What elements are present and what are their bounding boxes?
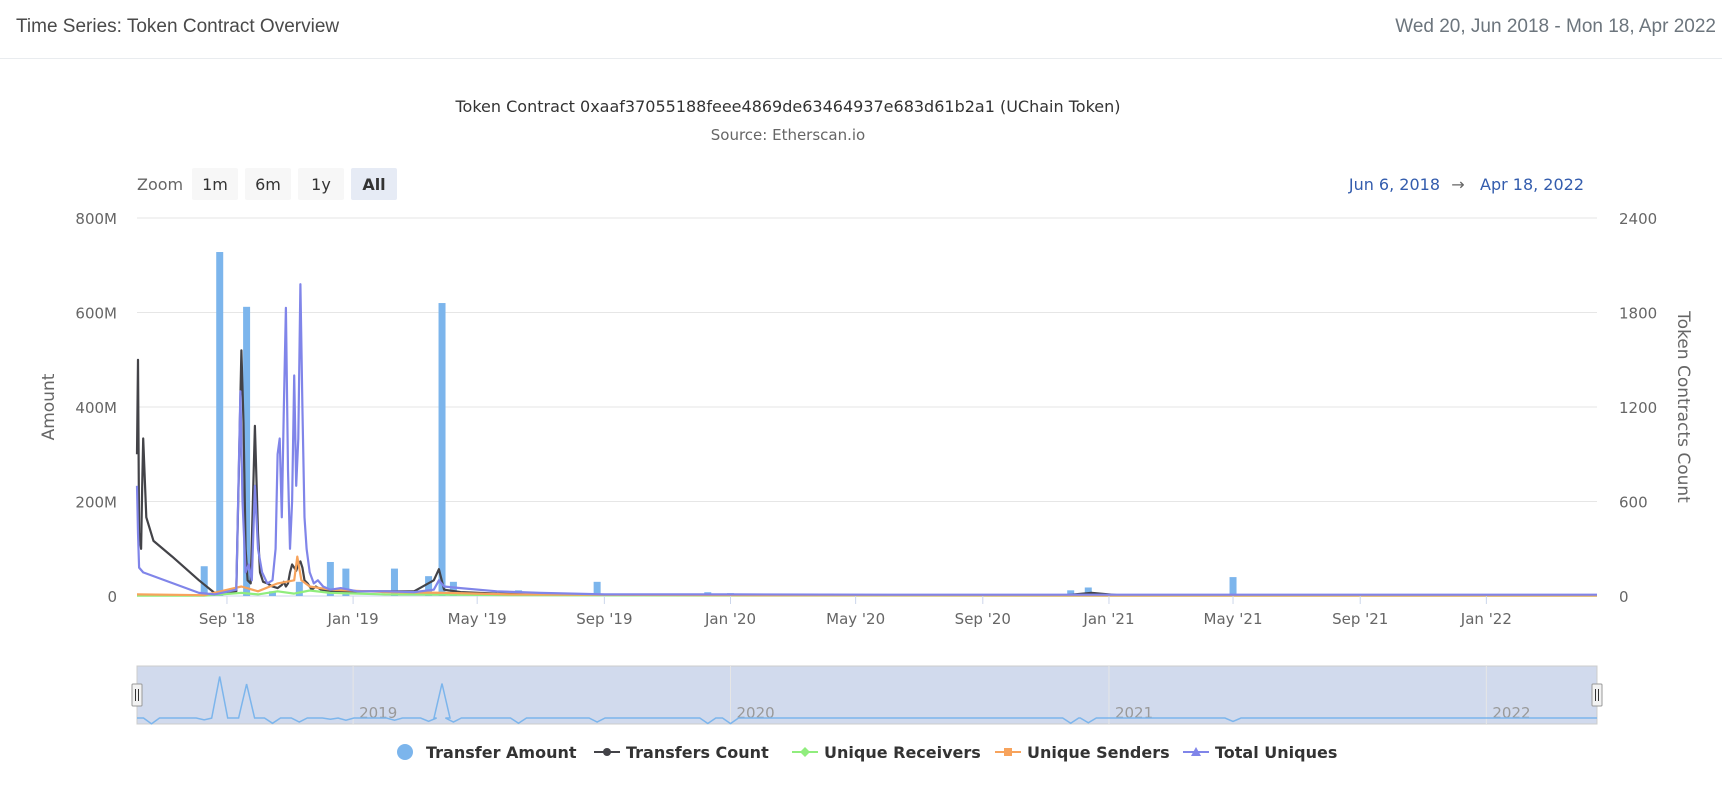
legend-label: Transfer Amount <box>426 743 577 762</box>
legend-item-unique-senders[interactable]: Unique Senders <box>995 743 1170 762</box>
chart-subtitle: Source: Etherscan.io <box>711 126 865 144</box>
legend-marker <box>603 748 611 756</box>
y-right-tick-label: 1200 <box>1619 399 1657 417</box>
legend-item-unique-receivers[interactable]: Unique Receivers <box>792 743 981 762</box>
zoom-button-label: 6m <box>255 175 281 194</box>
legend-label: Unique Senders <box>1027 743 1170 762</box>
navigator-handle-left[interactable] <box>131 683 143 707</box>
y-left-tick-label: 800M <box>75 210 117 228</box>
legend-symbol <box>397 744 413 760</box>
navigator-handle-box <box>1591 683 1603 707</box>
transfer-amount-bars <box>147 252 1237 596</box>
navigator-year-label: 2021 <box>1115 704 1153 722</box>
range-to-date[interactable]: Apr 18, 2022 <box>1480 175 1584 194</box>
transfer-amount-bar[interactable] <box>200 566 208 596</box>
legend-marker <box>800 747 810 757</box>
x-tick-label: Jan '21 <box>1082 610 1134 628</box>
legend-marker <box>1004 748 1012 756</box>
series-line-total-uniques[interactable] <box>135 283 1597 596</box>
x-tick-label: Sep '19 <box>576 610 632 628</box>
x-tick-label: May '20 <box>826 610 885 628</box>
y-axis-right-label: Token Contracts Count <box>1673 310 1693 503</box>
series-lines <box>135 283 1597 597</box>
zoom-button-label: All <box>362 175 385 194</box>
y-left-tick-label: 400M <box>75 399 117 417</box>
range-arrow: → <box>1451 175 1464 194</box>
y-axis-left: 0 200M 400M 600M 800M <box>75 210 117 606</box>
legend-label: Unique Receivers <box>824 743 981 762</box>
zoom-label: Zoom <box>137 175 183 194</box>
y-axis-right: 0 600 1200 1800 2400 <box>1619 210 1657 606</box>
x-tick-label: Jan '22 <box>1460 610 1512 628</box>
x-tick-label: Jan '19 <box>327 610 379 628</box>
zoom-button-1m[interactable]: 1m <box>192 168 238 200</box>
x-tick-label: Sep '20 <box>955 610 1011 628</box>
transfer-amount-bar[interactable] <box>216 252 224 596</box>
y-right-tick-label: 0 <box>1619 588 1629 606</box>
y-right-tick-label: 2400 <box>1619 210 1657 228</box>
zoom-buttons: 1m 6m 1y All <box>192 168 397 200</box>
y-axis-left-label: Amount <box>39 373 59 440</box>
y-left-tick-label: 600M <box>75 305 117 323</box>
legend-item-transfers-count[interactable]: Transfers Count <box>594 743 769 762</box>
transfer-amount-bar[interactable] <box>1229 577 1237 596</box>
navigator-handle-right[interactable] <box>1591 683 1603 707</box>
navigator-year-label: 2020 <box>737 704 775 722</box>
y-left-tick-label: 0 <box>107 588 117 606</box>
zoom-button-label: 1y <box>311 175 331 194</box>
transfer-amount-bar[interactable] <box>438 303 446 596</box>
zoom-button-all[interactable]: All <box>351 168 397 200</box>
x-tick-label: May '19 <box>448 610 507 628</box>
legend-item-total-uniques[interactable]: Total Uniques <box>1183 743 1337 762</box>
series-line-transfers-count[interactable] <box>135 349 1597 597</box>
navigator-handle-box <box>131 683 143 707</box>
navigator-year-label: 2022 <box>1492 704 1530 722</box>
zoom-button-1y[interactable]: 1y <box>298 168 344 200</box>
chart-title: Token Contract 0xaaf37055188feee4869de63… <box>455 97 1121 116</box>
x-tick-label: May '21 <box>1204 610 1263 628</box>
x-tick-label: Jan '20 <box>704 610 756 628</box>
chart-svg: Token Contract 0xaaf37055188feee4869de63… <box>39 97 1693 762</box>
y-right-tick-label: 1800 <box>1619 305 1657 323</box>
legend: Transfer Amount Transfers Count Unique Rec… <box>397 743 1337 762</box>
y-right-tick-label: 600 <box>1619 494 1648 512</box>
range-from-date[interactable]: Jun 6, 2018 <box>1348 175 1440 194</box>
grid-lines <box>137 217 1597 597</box>
legend-label: Total Uniques <box>1215 743 1337 762</box>
navigator[interactable]: 2019 2020 2021 2022 <box>131 665 1603 725</box>
zoom-button-label: 1m <box>202 175 228 194</box>
zoom-button-6m[interactable]: 6m <box>245 168 291 200</box>
x-axis: Sep '18 Jan '19 May '19 Sep '19 Jan '20 May '… <box>199 596 1512 628</box>
x-tick-label: Sep '18 <box>199 610 255 628</box>
legend-label: Transfers Count <box>626 743 769 762</box>
x-tick-label: Sep '21 <box>1332 610 1388 628</box>
range-selector: Jun 6, 2018 → Apr 18, 2022 <box>1348 175 1584 194</box>
navigator-mask[interactable] <box>136 665 1598 725</box>
y-left-tick-label: 200M <box>75 494 117 512</box>
series-line-unique-senders[interactable] <box>136 555 1597 597</box>
legend-item-transfer-amount[interactable]: Transfer Amount <box>397 743 577 762</box>
